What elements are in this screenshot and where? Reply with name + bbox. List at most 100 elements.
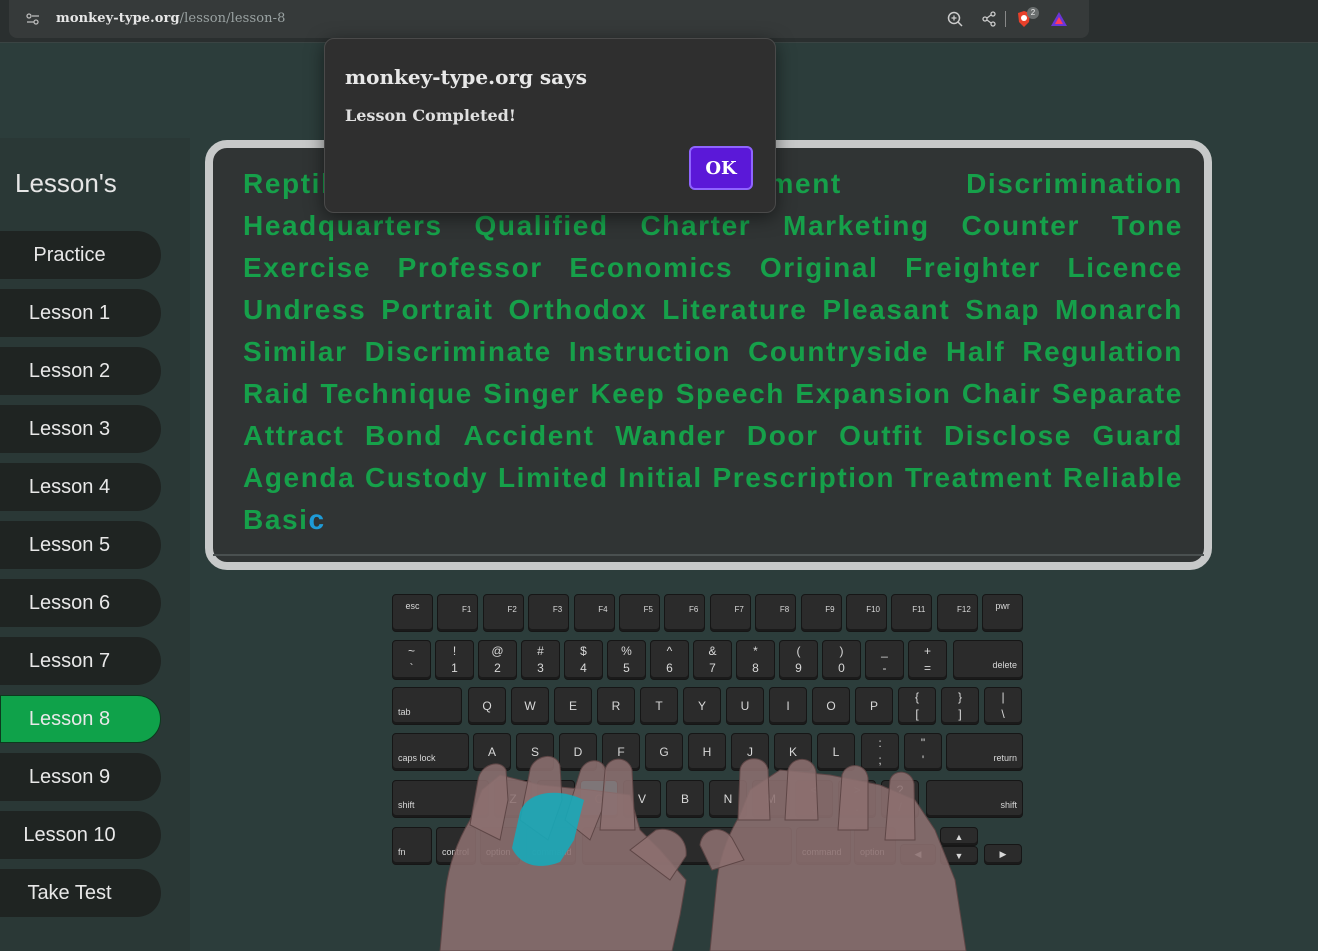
key-f1[interactable]: F1: [437, 594, 479, 632]
key-bracket-2[interactable]: | \: [984, 687, 1022, 725]
key-return[interactable]: return: [946, 733, 1023, 771]
key-i[interactable]: I: [769, 687, 807, 725]
key-num-5[interactable]: % 5: [607, 640, 646, 680]
key-num-12[interactable]: + =: [908, 640, 947, 680]
address-bar[interactable]: monkey-type.org/lesson/lesson-8: [9, 0, 1089, 38]
sidebar-item-lesson-8[interactable]: Lesson 8: [0, 695, 161, 743]
key-shift-left[interactable]: shift: [392, 780, 489, 818]
key-t[interactable]: T: [640, 687, 678, 725]
key-num-6[interactable]: ^ 6: [650, 640, 689, 680]
key-tilde[interactable]: ~ `: [392, 640, 431, 680]
key-a[interactable]: A: [473, 733, 511, 771]
key-control[interactable]: control: [436, 827, 476, 865]
key-num-2[interactable]: @2: [478, 640, 517, 680]
sidebar-item-lesson-1[interactable]: Lesson 1: [0, 289, 161, 337]
key-f4[interactable]: F4: [573, 594, 615, 632]
sidebar-item-lesson-3[interactable]: Lesson 3: [0, 405, 161, 453]
key-esc[interactable]: esc: [392, 594, 433, 632]
key-arrow-down[interactable]: ▼: [940, 846, 978, 865]
ok-button[interactable]: OK: [689, 146, 753, 190]
key-sym-1[interactable]: >.: [838, 780, 876, 818]
key-j[interactable]: J: [731, 733, 769, 771]
site-settings-icon[interactable]: [25, 11, 41, 27]
key-num-1[interactable]: ! 1: [435, 640, 474, 680]
key-x[interactable]: X: [537, 780, 575, 818]
key-sym-2[interactable]: ? /: [881, 780, 919, 818]
key-y[interactable]: Y: [683, 687, 721, 725]
zoom-icon[interactable]: [946, 10, 964, 28]
key-command-right[interactable]: command: [796, 827, 851, 865]
key-num-10[interactable]: ) 0: [822, 640, 861, 680]
key-shift-right[interactable]: shift: [926, 780, 1023, 818]
share-icon[interactable]: [980, 10, 998, 28]
sidebar-item-practice[interactable]: Practice: [0, 231, 161, 279]
key-f9[interactable]: F9: [800, 594, 842, 632]
key-f3[interactable]: F3: [528, 594, 570, 632]
key-num-3[interactable]: #3: [521, 640, 560, 680]
key-q[interactable]: Q: [468, 687, 506, 725]
key-s[interactable]: S: [516, 733, 554, 771]
key-m[interactable]: M: [752, 780, 790, 818]
key-bracket-1[interactable]: }]: [941, 687, 979, 725]
key-0[interactable]: (9: [779, 640, 818, 680]
key-z[interactable]: Z: [494, 780, 532, 818]
key-r[interactable]: R: [597, 687, 635, 725]
sidebar-item-lesson-2[interactable]: Lesson 2: [0, 347, 161, 395]
key-bracket-0[interactable]: {[: [898, 687, 936, 725]
key-f12[interactable]: F12: [936, 594, 978, 632]
key-h[interactable]: H: [688, 733, 726, 771]
brave-rewards-icon[interactable]: [1050, 10, 1068, 28]
key-v[interactable]: V: [623, 780, 661, 818]
key-w[interactable]: W: [511, 687, 549, 725]
key-command-left[interactable]: command: [526, 827, 576, 865]
key-f[interactable]: F: [602, 733, 640, 771]
sidebar-item-lesson-6[interactable]: Lesson 6: [0, 579, 161, 627]
key-p[interactable]: P: [855, 687, 893, 725]
sidebar-item-lesson-9[interactable]: Lesson 9: [0, 753, 161, 801]
key-delete[interactable]: delete: [953, 640, 1023, 680]
sidebar-item-lesson-7[interactable]: Lesson 7: [0, 637, 161, 685]
key-f11[interactable]: F11: [891, 594, 933, 632]
key-fn[interactable]: fn: [392, 827, 432, 865]
key-f8[interactable]: F8: [755, 594, 797, 632]
key-f5[interactable]: F5: [619, 594, 660, 632]
key-arrow-left[interactable]: ◀: [900, 844, 936, 865]
key-num-11[interactable]: _ -: [865, 640, 904, 680]
key-f2[interactable]: F2: [482, 594, 524, 632]
lesson-word: Undress: [243, 294, 367, 325]
key-arrow-up[interactable]: ▲: [940, 827, 978, 846]
key-f7[interactable]: F7: [709, 594, 751, 632]
key-punct-0[interactable]: :;: [861, 733, 899, 771]
key-glyph: ^: [666, 644, 673, 658]
key-sym-0[interactable]: <,: [795, 780, 833, 818]
key-b[interactable]: B: [666, 780, 704, 818]
key-option-right[interactable]: option: [854, 827, 896, 865]
key-f10[interactable]: F10: [846, 594, 887, 632]
sidebar-item-lesson-5[interactable]: Lesson 5: [0, 521, 161, 569]
key-num-8[interactable]: * 8: [736, 640, 775, 680]
key-caps-lock[interactable]: caps lock: [392, 733, 469, 771]
key-space[interactable]: [582, 827, 792, 865]
url-text[interactable]: monkey-type.org/lesson/lesson-8: [56, 11, 285, 26]
key-option-left[interactable]: option: [480, 827, 520, 865]
sidebar-item-take-test[interactable]: Take Test: [0, 869, 161, 917]
key-c[interactable]: C: [580, 780, 618, 818]
key-e[interactable]: E: [554, 687, 592, 725]
key-pwr[interactable]: pwr: [982, 594, 1024, 632]
key-arrow-right[interactable]: ▶: [984, 844, 1022, 865]
key-tab[interactable]: tab: [392, 687, 462, 725]
key-n[interactable]: N: [709, 780, 747, 818]
key-g[interactable]: G: [645, 733, 683, 771]
key-o[interactable]: O: [812, 687, 850, 725]
sidebar-item-lesson-4[interactable]: Lesson 4: [0, 463, 161, 511]
key-u[interactable]: U: [726, 687, 764, 725]
typed-text: Basi: [243, 504, 309, 535]
key-num-4[interactable]: $4: [564, 640, 603, 680]
key-punct-1[interactable]: " ': [904, 733, 942, 771]
key-d[interactable]: D: [559, 733, 597, 771]
key-l[interactable]: L: [817, 733, 855, 771]
key-num-7[interactable]: & 7: [693, 640, 732, 680]
key-f6[interactable]: F6: [664, 594, 706, 632]
sidebar-item-lesson-10[interactable]: Lesson 10: [0, 811, 161, 859]
key-k[interactable]: K: [774, 733, 812, 771]
